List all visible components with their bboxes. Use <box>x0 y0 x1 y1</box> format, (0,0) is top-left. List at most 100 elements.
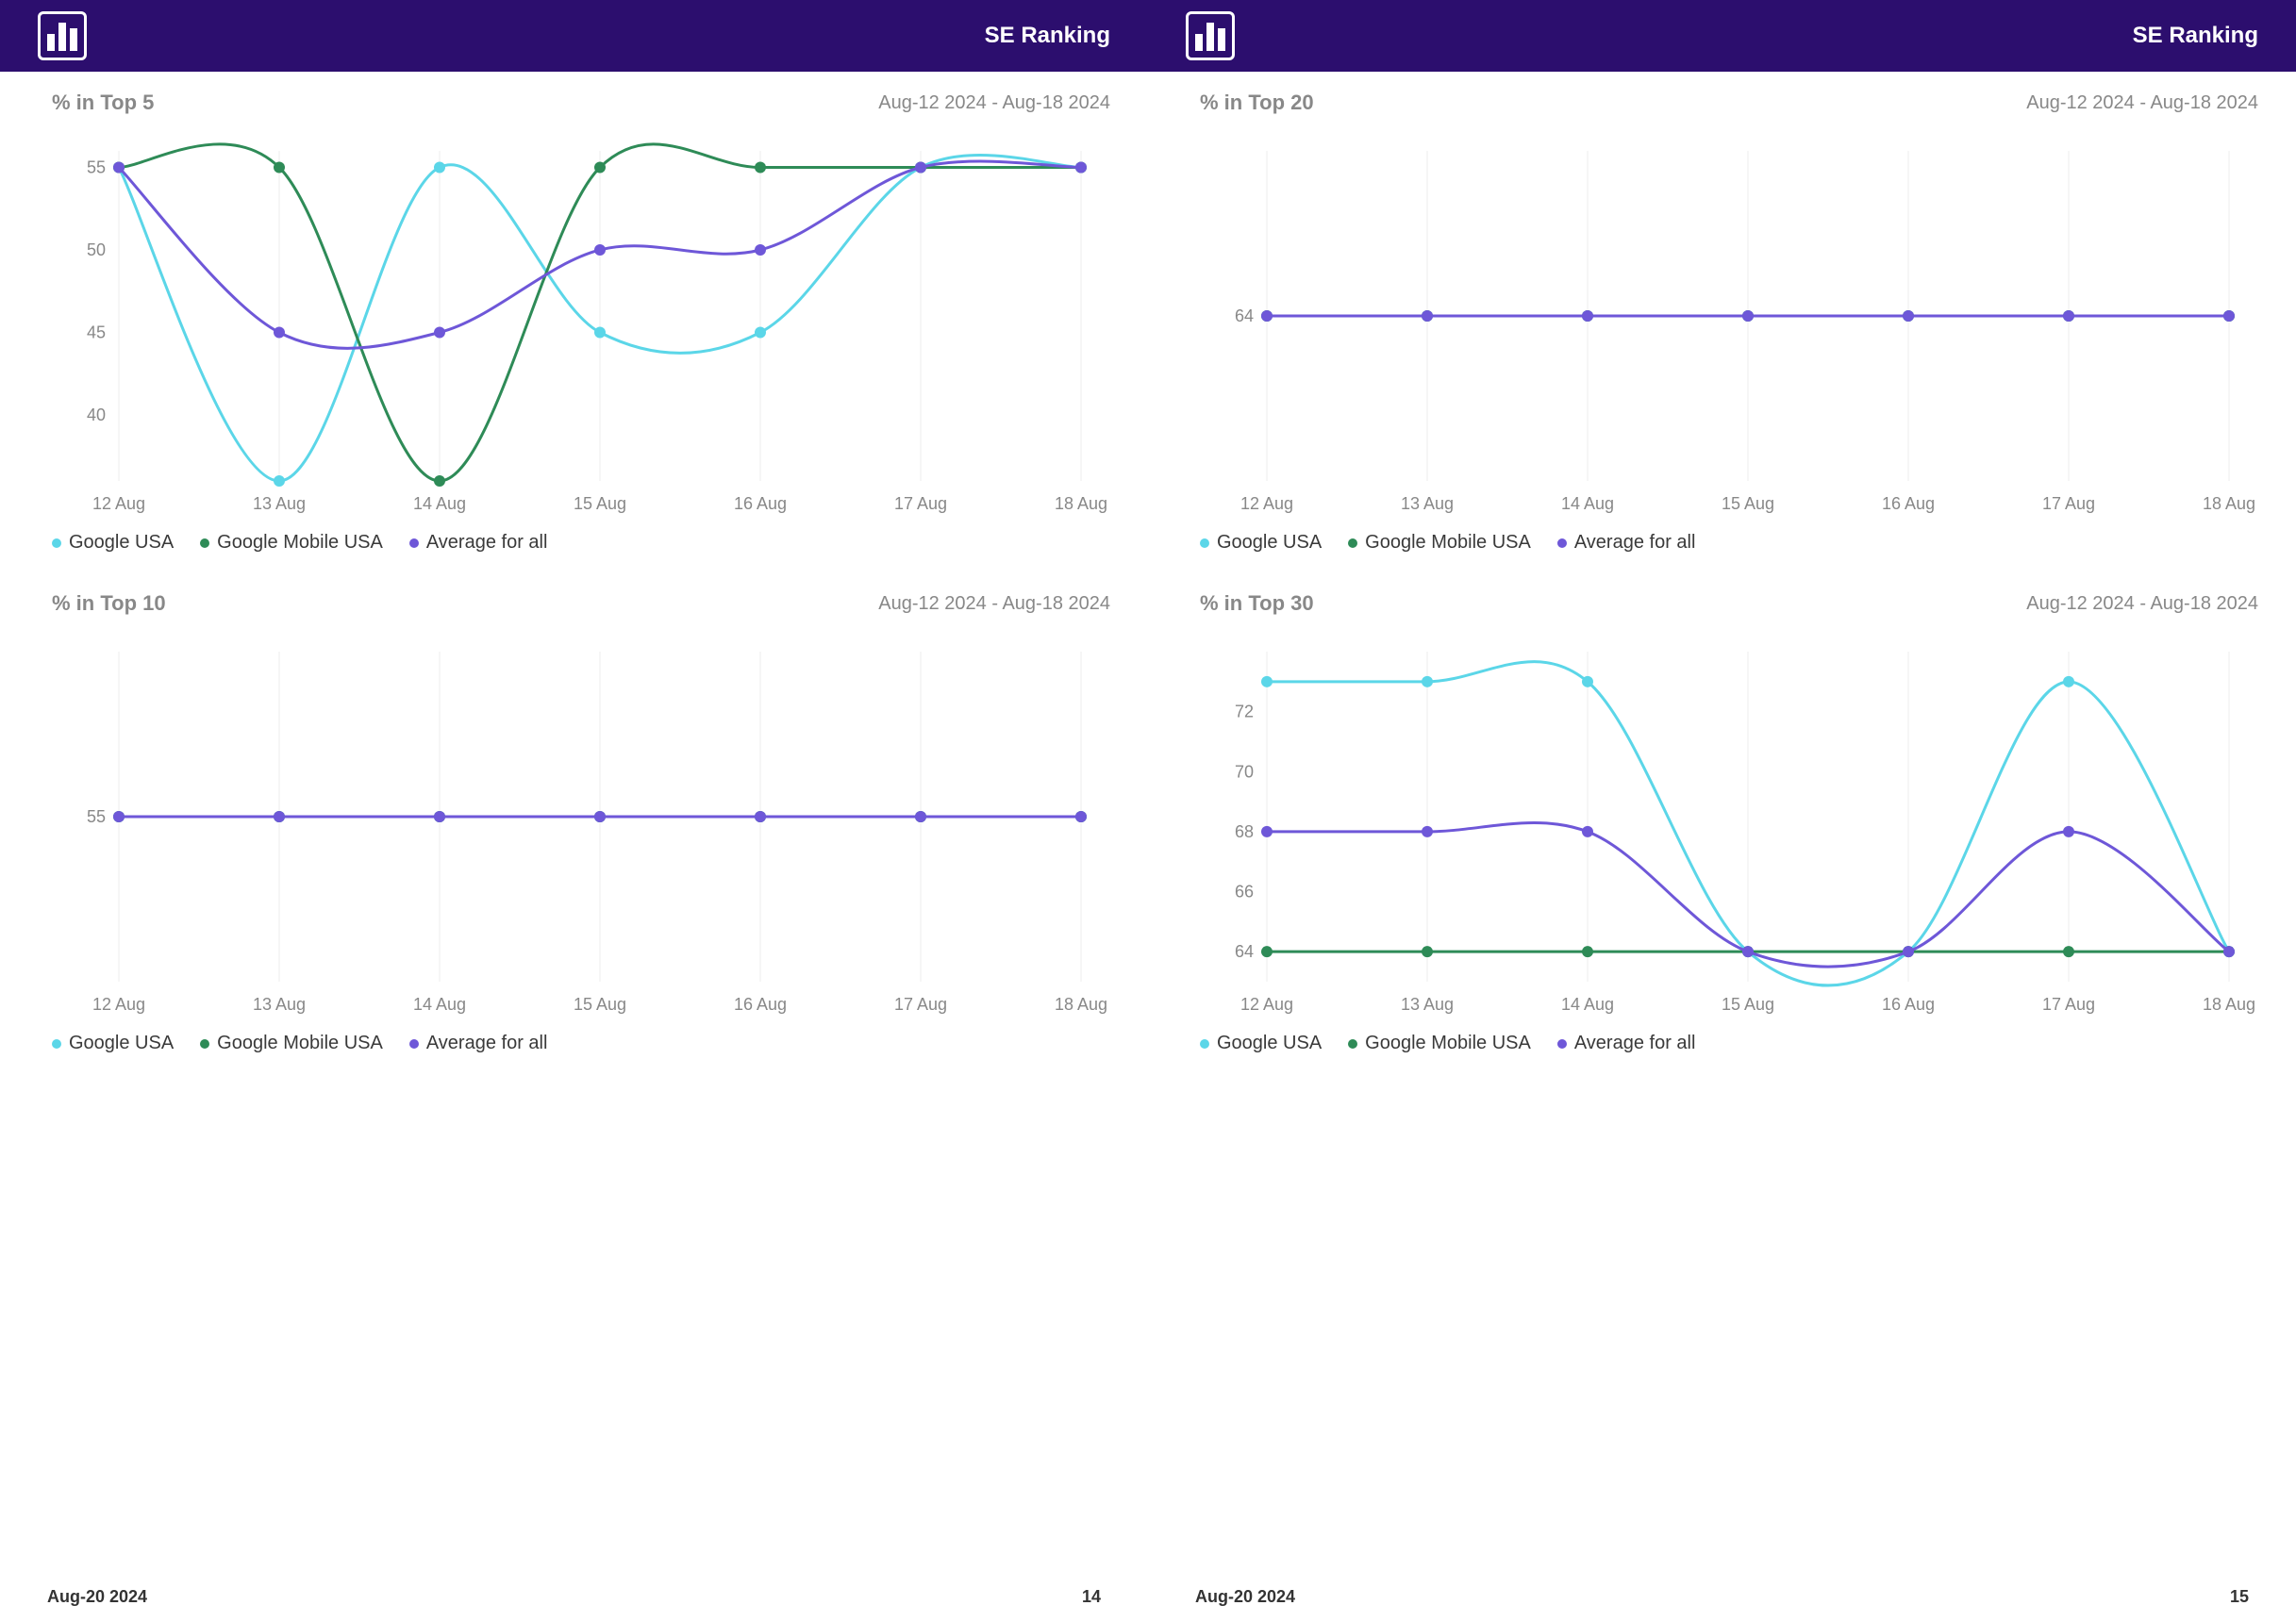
legend-item: Google USA <box>52 532 174 554</box>
page-left-footer: Aug-20 2024 14 <box>0 1587 1148 1607</box>
svg-text:16 Aug: 16 Aug <box>734 995 787 1014</box>
chart-block-top30: % in Top 30 Aug-12 2024 - Aug-18 2024 12… <box>1148 572 2296 1073</box>
legend-marker-icon <box>52 1039 61 1049</box>
chart-date-range: Aug-12 2024 - Aug-18 2024 <box>878 593 1110 615</box>
legend-label: Average for all <box>1574 1033 1696 1054</box>
svg-text:13 Aug: 13 Aug <box>1401 494 1454 513</box>
svg-text:15 Aug: 15 Aug <box>574 494 626 513</box>
svg-text:14 Aug: 14 Aug <box>413 995 466 1014</box>
legend-label: Google Mobile USA <box>217 532 383 554</box>
chart-date-range: Aug-12 2024 - Aug-18 2024 <box>878 92 1110 114</box>
chart-title: % in Top 20 <box>1200 91 1314 115</box>
legend-marker-icon <box>200 1039 209 1049</box>
legend-marker-icon <box>1557 1039 1567 1049</box>
legend-item: Average for all <box>409 532 548 554</box>
legend-marker-icon <box>409 1039 419 1049</box>
page-left-content: % in Top 5 Aug-12 2024 - Aug-18 2024 12 … <box>0 72 1148 1622</box>
svg-text:14 Aug: 14 Aug <box>413 494 466 513</box>
svg-text:13 Aug: 13 Aug <box>1401 995 1454 1014</box>
svg-text:14 Aug: 14 Aug <box>1561 995 1614 1014</box>
svg-text:64: 64 <box>1235 306 1254 325</box>
chart-date-range: Aug-12 2024 - Aug-18 2024 <box>2026 92 2258 114</box>
legend-item: Google Mobile USA <box>200 532 383 554</box>
svg-text:15 Aug: 15 Aug <box>574 995 626 1014</box>
footer-date: Aug-20 2024 <box>47 1587 147 1607</box>
chart-plot-area: 12 Aug13 Aug14 Aug15 Aug16 Aug17 Aug18 A… <box>52 633 1110 1019</box>
svg-text:50: 50 <box>87 240 106 259</box>
legend-item: Google USA <box>1200 532 1322 554</box>
report-header: SE Ranking <box>0 0 1148 72</box>
chart-date-range: Aug-12 2024 - Aug-18 2024 <box>2026 593 2258 615</box>
legend-label: Average for all <box>426 532 548 554</box>
chart-plot-area: 12 Aug13 Aug14 Aug15 Aug16 Aug17 Aug18 A… <box>1200 132 2258 519</box>
brand-name: SE Ranking <box>985 23 1110 49</box>
report-header: SE Ranking <box>1148 0 2296 72</box>
chart-block-top5: % in Top 5 Aug-12 2024 - Aug-18 2024 12 … <box>0 72 1148 572</box>
svg-text:72: 72 <box>1235 703 1254 721</box>
legend-item: Google Mobile USA <box>200 1033 383 1054</box>
svg-text:40: 40 <box>87 406 106 424</box>
legend-marker-icon <box>1200 1039 1209 1049</box>
legend-label: Google USA <box>69 1033 174 1054</box>
svg-text:18 Aug: 18 Aug <box>2203 494 2255 513</box>
page-right-content: % in Top 20 Aug-12 2024 - Aug-18 2024 12… <box>1148 72 2296 1622</box>
legend-label: Google Mobile USA <box>217 1033 383 1054</box>
legend-label: Average for all <box>426 1033 548 1054</box>
legend-marker-icon <box>1557 538 1567 548</box>
chart-block-top10: % in Top 10 Aug-12 2024 - Aug-18 2024 12… <box>0 572 1148 1073</box>
legend-label: Average for all <box>1574 532 1696 554</box>
page-number: 15 <box>2230 1587 2249 1607</box>
legend-label: Google Mobile USA <box>1365 532 1531 554</box>
chart-block-top20: % in Top 20 Aug-12 2024 - Aug-18 2024 12… <box>1148 72 2296 572</box>
svg-text:18 Aug: 18 Aug <box>1055 494 1107 513</box>
brand-logo-icon <box>1186 11 1235 60</box>
svg-text:18 Aug: 18 Aug <box>1055 995 1107 1014</box>
chart-plot-area: 12 Aug 13 Aug 14 Aug 15 Aug 16 Aug 17 Aug 18 A… <box>52 132 1110 519</box>
page-left: SE Ranking % in Top 5 Aug-12 2024 - Aug-… <box>0 0 1148 1622</box>
legend-item: Average for all <box>1557 532 1696 554</box>
svg-text:17 Aug: 17 Aug <box>894 494 947 513</box>
legend-label: Google Mobile USA <box>1365 1033 1531 1054</box>
chart-legend: Google USA Google Mobile USA Average for… <box>1200 532 2258 554</box>
legend-item: Google USA <box>52 1033 174 1054</box>
svg-text:15 Aug: 15 Aug <box>1722 995 1774 1014</box>
chart-title: % in Top 30 <box>1200 591 1314 616</box>
footer-date: Aug-20 2024 <box>1195 1587 1295 1607</box>
page-number: 14 <box>1082 1587 1101 1607</box>
svg-text:70: 70 <box>1235 762 1254 781</box>
chart-title: % in Top 10 <box>52 591 166 616</box>
legend-label: Google USA <box>1217 1033 1322 1054</box>
svg-text:13 Aug: 13 Aug <box>253 494 306 513</box>
svg-text:12 Aug: 12 Aug <box>92 494 145 513</box>
legend-marker-icon <box>1348 538 1357 548</box>
svg-text:68: 68 <box>1235 822 1254 841</box>
chart-plot-area: 12 Aug13 Aug14 Aug15 Aug16 Aug17 Aug18 A… <box>1200 633 2258 1019</box>
legend-marker-icon <box>1200 538 1209 548</box>
legend-item: Average for all <box>1557 1033 1696 1054</box>
brand-logo-icon <box>38 11 87 60</box>
svg-text:16 Aug: 16 Aug <box>1882 494 1935 513</box>
legend-label: Google USA <box>1217 532 1322 554</box>
legend-label: Google USA <box>69 532 174 554</box>
svg-text:17 Aug: 17 Aug <box>894 995 947 1014</box>
svg-text:16 Aug: 16 Aug <box>1882 995 1935 1014</box>
chart-title: % in Top 5 <box>52 91 154 115</box>
chart-legend: Google USA Google Mobile USA Average for… <box>52 532 1110 554</box>
page-right: SE Ranking % in Top 20 Aug-12 2024 - Aug… <box>1148 0 2296 1622</box>
brand-name: SE Ranking <box>2133 23 2258 49</box>
svg-text:17 Aug: 17 Aug <box>2042 995 2095 1014</box>
svg-text:16 Aug: 16 Aug <box>734 494 787 513</box>
svg-text:55: 55 <box>87 807 106 826</box>
svg-text:55: 55 <box>87 158 106 177</box>
svg-text:13 Aug: 13 Aug <box>253 995 306 1014</box>
svg-text:64: 64 <box>1235 942 1254 961</box>
svg-text:12 Aug: 12 Aug <box>1240 995 1293 1014</box>
legend-item: Google USA <box>1200 1033 1322 1054</box>
svg-text:17 Aug: 17 Aug <box>2042 494 2095 513</box>
page-right-footer: Aug-20 2024 15 <box>1148 1587 2296 1607</box>
legend-marker-icon <box>200 538 209 548</box>
chart-legend: Google USA Google Mobile USA Average for… <box>52 1033 1110 1054</box>
legend-item: Google Mobile USA <box>1348 1033 1531 1054</box>
legend-marker-icon <box>52 538 61 548</box>
svg-text:45: 45 <box>87 323 106 342</box>
